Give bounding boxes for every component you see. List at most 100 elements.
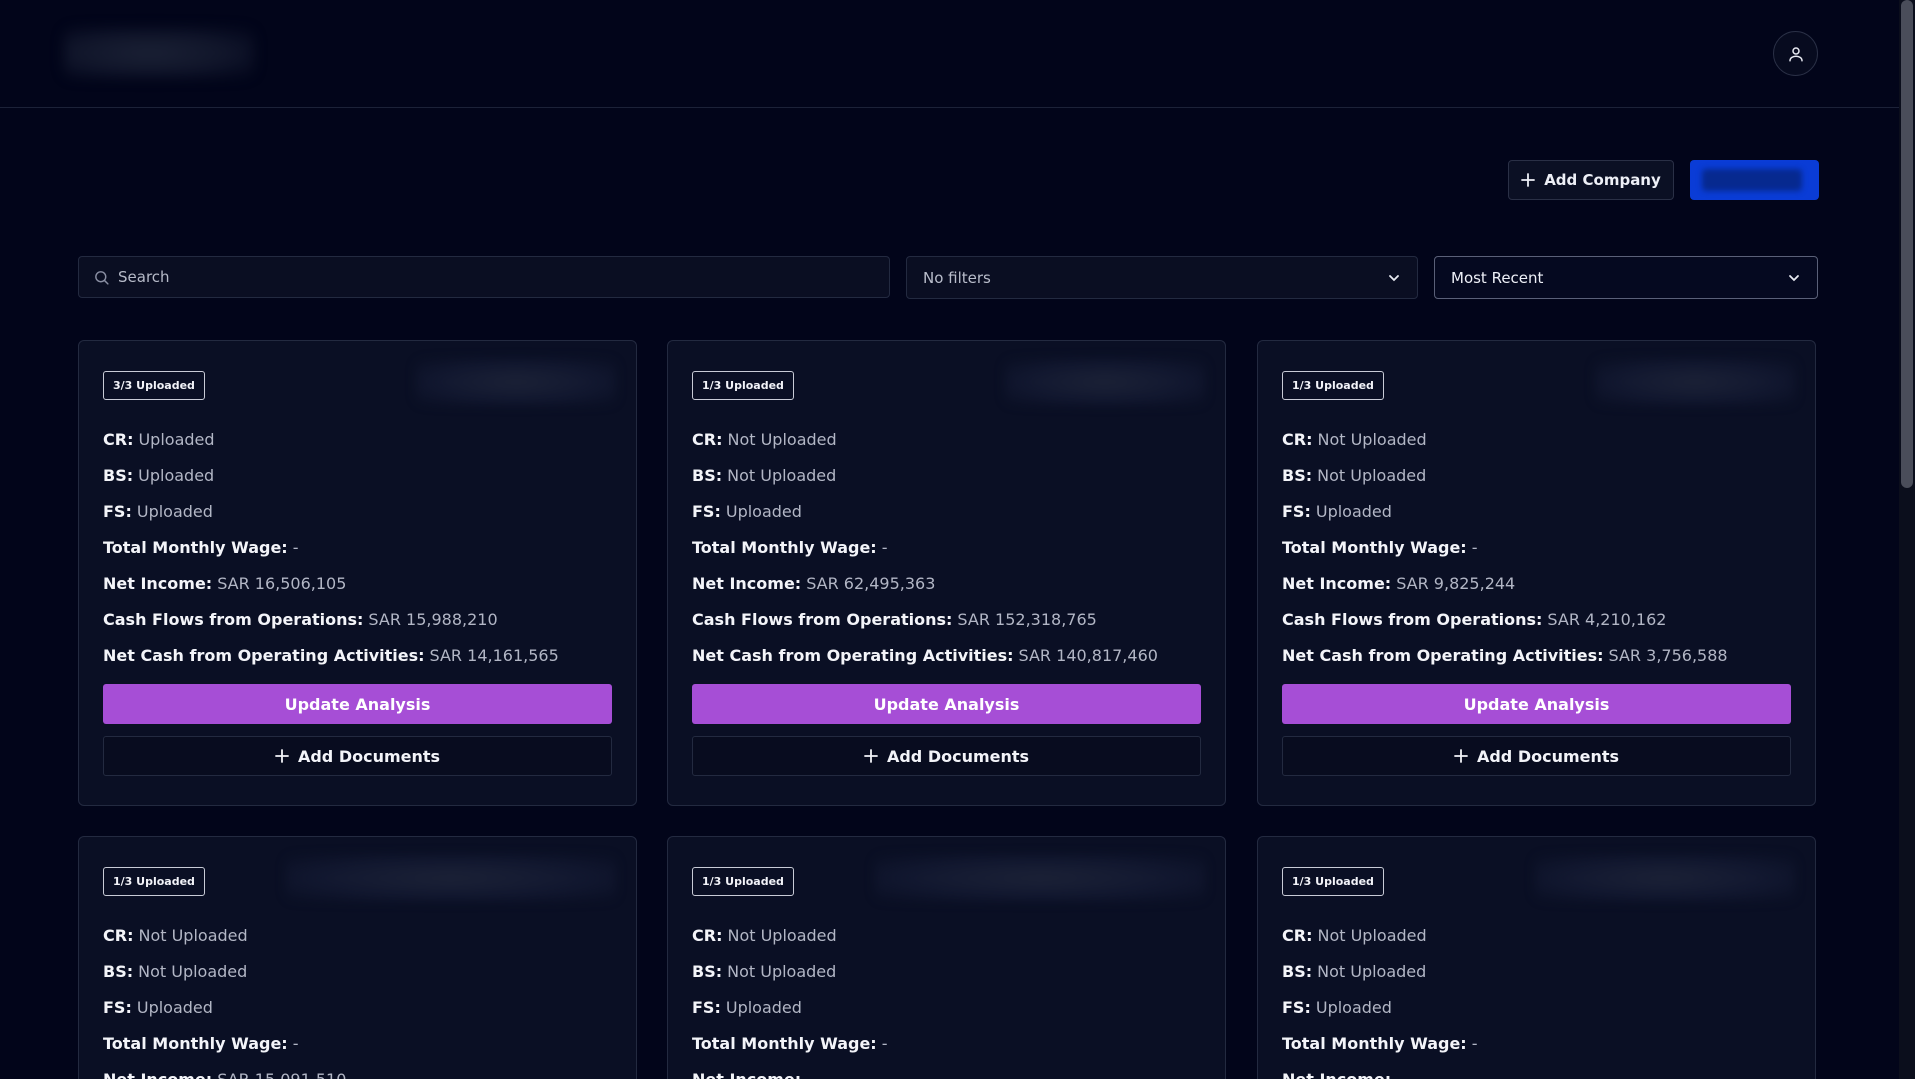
cash-flows-label: Cash Flows from Operations: (692, 609, 953, 629)
add-documents-button[interactable]: Add Documents (692, 736, 1201, 776)
bs-status-row: BS: Not Uploaded (1282, 457, 1791, 493)
wage-label: Total Monthly Wage: (103, 537, 288, 557)
cash-flows-row: Cash Flows from Operations: SAR 152,318,7… (692, 601, 1201, 637)
bs-status-row: BS: Not Uploaded (1282, 953, 1791, 989)
bs-status-row: BS: Uploaded (103, 457, 612, 493)
company-card: 1/3 Uploaded CR: Not Uploaded BS: Not Uplo… (667, 340, 1226, 806)
cr-value: Uploaded (138, 429, 215, 449)
company-name-redacted (1595, 359, 1795, 405)
wage-row: Total Monthly Wage: - (1282, 1025, 1791, 1061)
upload-status-badge: 1/3 Uploaded (692, 371, 794, 400)
bs-value: Not Uploaded (727, 961, 837, 981)
plus-icon (1521, 173, 1536, 187)
bs-value: Not Uploaded (138, 961, 248, 981)
plus-icon (275, 749, 289, 763)
fs-status-row: FS: Uploaded (692, 493, 1201, 529)
cash-flows-value: SAR 15,988,210 (368, 609, 498, 629)
company-logo-redacted[interactable] (64, 28, 254, 78)
fs-value: Uploaded (136, 997, 213, 1017)
bs-label: BS: (1282, 961, 1313, 981)
filters-dropdown[interactable]: No filters (906, 256, 1418, 299)
update-analysis-button[interactable]: Update Analysis (103, 684, 612, 724)
search-icon (95, 270, 109, 285)
fs-value: Uploaded (1315, 997, 1392, 1017)
add-documents-label: Add Documents (297, 746, 441, 766)
company-card: 1/3 Uploaded CR: Not Uploaded BS: Not Uplo… (1257, 340, 1816, 806)
net-income-value: SAR 15,091,510 (217, 1069, 347, 1079)
fs-value: Uploaded (136, 501, 213, 521)
redacted-label (1702, 169, 1802, 191)
bs-status-row: BS: Not Uploaded (103, 953, 612, 989)
primary-action-button-redacted[interactable] (1690, 160, 1819, 200)
company-name-redacted (1005, 359, 1205, 405)
bs-status-row: BS: Not Uploaded (692, 457, 1201, 493)
cr-status-row: CR: Not Uploaded (1282, 421, 1791, 457)
net-income-value: SAR 62,495,363 (806, 573, 936, 593)
wage-row: Total Monthly Wage: - (692, 1025, 1201, 1061)
add-documents-label: Add Documents (1476, 746, 1620, 766)
company-card: 1/3 Uploaded CR: Not Uploaded BS: Not Uplo… (1257, 836, 1816, 1079)
net-income-label: Net Income: (1282, 1069, 1392, 1079)
cash-flows-label: Cash Flows from Operations: (103, 609, 364, 629)
search-field[interactable] (78, 256, 890, 298)
bs-label: BS: (692, 465, 723, 485)
wage-row: Total Monthly Wage: - (1282, 529, 1791, 565)
net-income-row: Net Income: SAR 62,495,363 (692, 565, 1201, 601)
add-company-label: Add Company (1544, 171, 1661, 189)
cr-value: Not Uploaded (1317, 925, 1427, 945)
company-card: 1/3 Uploaded CR: Not Uploaded BS: Not Uplo… (667, 836, 1226, 1079)
net-income-label: Net Income: (1282, 573, 1392, 593)
net-income-value: SAR 16,506,105 (217, 573, 347, 593)
company-name-redacted (1535, 855, 1795, 901)
wage-value: - (1471, 537, 1478, 557)
bs-label: BS: (1282, 465, 1313, 485)
cr-status-row: CR: Not Uploaded (692, 917, 1201, 953)
wage-label: Total Monthly Wage: (692, 537, 877, 557)
cr-label: CR: (1282, 925, 1313, 945)
page-scrollbar[interactable] (1899, 0, 1915, 1079)
cr-status-row: CR: Uploaded (103, 421, 612, 457)
update-analysis-button[interactable]: Update Analysis (1282, 684, 1791, 724)
fs-status-row: FS: Uploaded (1282, 989, 1791, 1025)
add-documents-button[interactable]: Add Documents (1282, 736, 1791, 776)
wage-value: - (292, 537, 299, 557)
sort-dropdown[interactable]: Most Recent (1434, 256, 1818, 299)
cr-value: Not Uploaded (138, 925, 248, 945)
update-analysis-button[interactable]: Update Analysis (692, 684, 1201, 724)
fs-status-row: FS: Uploaded (103, 493, 612, 529)
chevron-down-icon (1789, 274, 1799, 281)
net-income-row: Net Income: SAR 16,506,105 (103, 565, 612, 601)
cr-label: CR: (103, 925, 134, 945)
net-cash-row: Net Cash from Operating Activities: SAR 1… (103, 637, 612, 673)
upload-status-badge: 1/3 Uploaded (103, 867, 205, 896)
net-income-value: - (806, 1069, 812, 1079)
net-cash-value: SAR 14,161,565 (429, 645, 559, 665)
add-company-button[interactable]: Add Company (1508, 160, 1674, 200)
search-input[interactable] (118, 257, 889, 297)
wage-value: - (881, 537, 888, 557)
fs-value: Uploaded (725, 997, 802, 1017)
cash-flows-label: Cash Flows from Operations: (1282, 609, 1543, 629)
net-income-row: Net Income: SAR 9,825,244 (1282, 565, 1791, 601)
cash-flows-value: SAR 4,210,162 (1547, 609, 1667, 629)
add-documents-button[interactable]: Add Documents (103, 736, 612, 776)
plus-icon (864, 749, 878, 763)
app-page: Add Company No filters Most Recent 3/3 U… (0, 0, 1915, 1079)
company-card: 1/3 Uploaded CR: Not Uploaded BS: Not Uplo… (78, 836, 637, 1079)
user-account-button[interactable] (1773, 31, 1818, 76)
wage-row: Total Monthly Wage: - (103, 1025, 612, 1061)
net-income-label: Net Income: (103, 573, 213, 593)
cr-label: CR: (692, 429, 723, 449)
cash-flows-row: Cash Flows from Operations: SAR 15,988,21… (103, 601, 612, 637)
scrollbar-thumb[interactable] (1901, 0, 1913, 488)
fs-label: FS: (103, 997, 132, 1017)
bs-label: BS: (103, 465, 134, 485)
wage-value: - (292, 1033, 299, 1053)
wage-row: Total Monthly Wage: - (103, 529, 612, 565)
company-name-redacted (286, 855, 616, 901)
bs-label: BS: (692, 961, 723, 981)
net-cash-value: SAR 3,756,588 (1608, 645, 1728, 665)
cr-label: CR: (1282, 429, 1313, 449)
net-income-row: Net Income: - (692, 1061, 1201, 1079)
wage-value: - (1471, 1033, 1478, 1053)
